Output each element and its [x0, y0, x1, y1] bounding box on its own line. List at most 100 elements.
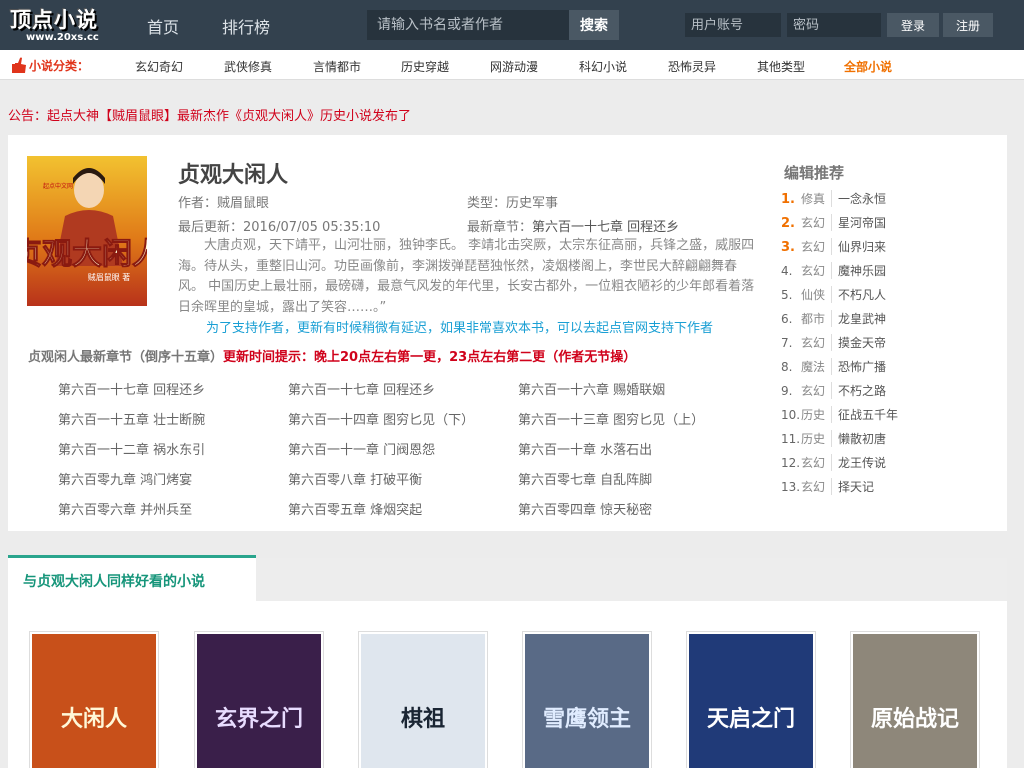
- pick-category: 仙侠: [801, 286, 833, 303]
- pick-item[interactable]: 9. 玄幻 不朽之路: [781, 382, 886, 406]
- pick-item[interactable]: 12.玄幻 龙王传说: [781, 454, 886, 478]
- pick-name[interactable]: 不朽之路: [838, 384, 886, 398]
- nav-ranking[interactable]: 排行榜: [222, 14, 270, 38]
- pick-category: 玄幻: [801, 382, 833, 399]
- pick-rank: 3.: [781, 240, 795, 255]
- pick-name[interactable]: 一念永恒: [838, 192, 886, 206]
- pick-name[interactable]: 仙界归来: [838, 240, 886, 254]
- chapter-link[interactable]: 第六百一十一章 门阀恩怨: [288, 439, 435, 458]
- category-all[interactable]: 全部小说: [844, 58, 892, 75]
- pick-item[interactable]: 2. 玄幻 星河帝国: [781, 214, 886, 238]
- search-button[interactable]: 搜索: [569, 10, 619, 40]
- similar-cover-text: 大闲人: [61, 706, 127, 732]
- pick-name[interactable]: 龙王传说: [838, 456, 886, 470]
- similar-book-cover[interactable]: 棋祖: [358, 631, 488, 768]
- cover-author: 贼眉鼠眼 著: [88, 272, 131, 282]
- pick-rank: 12.: [781, 456, 801, 470]
- pick-item[interactable]: 7. 玄幻 摸金天帝: [781, 334, 886, 358]
- category-kehuan[interactable]: 科幻小说: [579, 58, 627, 75]
- pick-item[interactable]: 8. 魔法 恐怖广播: [781, 358, 886, 382]
- category-label: 小说分类：: [29, 59, 90, 73]
- chapter-link[interactable]: 第六百一十五章 壮士断腕: [58, 409, 205, 428]
- latest-chapter-link[interactable]: 第六百一十七章 回程还乡: [532, 220, 679, 235]
- chapter-link[interactable]: 第六百一十章 水落石出: [518, 439, 652, 458]
- chapter-link[interactable]: 第六百一十三章 图穷匕见（上）: [518, 409, 704, 428]
- similar-novels-panel: 大闲人 玄界之门 棋祖 雪鹰领主 天启之门 原始战记: [8, 601, 1007, 768]
- pick-rank: 10.: [781, 408, 801, 422]
- category-kongbu[interactable]: 恐怖灵异: [668, 58, 716, 75]
- pick-category: 修真: [801, 190, 833, 207]
- pick-item[interactable]: 3. 玄幻 仙界归来: [781, 238, 886, 262]
- pick-rank: 7.: [781, 336, 793, 350]
- chapter-link[interactable]: 第六百零七章 自乱阵脚: [518, 469, 652, 488]
- similar-book-cover[interactable]: 大闲人: [29, 631, 159, 768]
- chapter-link[interactable]: 第六百零五章 烽烟突起: [288, 499, 422, 518]
- chapters-heading: 贞观闲人最新章节（倒序十五章）更新时间提示：晚上20点左右第一更，23点左右第二…: [28, 346, 636, 365]
- pick-category: 历史: [801, 430, 833, 447]
- pick-item[interactable]: 13.玄幻 择天记: [781, 478, 874, 502]
- chapter-link[interactable]: 第六百一十七章 回程还乡: [58, 379, 205, 398]
- pick-name[interactable]: 摸金天帝: [838, 336, 886, 350]
- pick-name[interactable]: 懒散初唐: [838, 432, 886, 446]
- cover-publisher: 起点中文网: [43, 182, 73, 190]
- similar-novels-header-bar: [256, 558, 1007, 601]
- chapter-link[interactable]: 第六百一十七章 回程还乡: [288, 379, 435, 398]
- site-logo[interactable]: 顶点小说 www.20xs.cc: [8, 4, 118, 46]
- pick-name[interactable]: 不朽凡人: [838, 288, 886, 302]
- chapter-link[interactable]: 第六百一十二章 祸水东引: [58, 439, 205, 458]
- similar-novels-title: 与贞观大闲人同样好看的小说: [23, 574, 205, 590]
- chapter-link[interactable]: 第六百零六章 并州兵至: [58, 499, 192, 518]
- pick-name[interactable]: 星河帝国: [838, 216, 886, 230]
- pick-rank: 9.: [781, 384, 793, 398]
- pick-name[interactable]: 恐怖广播: [838, 360, 886, 374]
- pick-rank: 4.: [781, 264, 793, 278]
- nav-home[interactable]: 首页: [147, 14, 179, 38]
- pick-category: 玄幻: [801, 334, 833, 351]
- chapter-link[interactable]: 第六百零八章 打破平衡: [288, 469, 422, 488]
- login-button[interactable]: 登录: [887, 13, 939, 37]
- book-last-updated: 最后更新：2016/07/05 05:35:10: [178, 220, 381, 235]
- similar-novels-tab[interactable]: 与贞观大闲人同样好看的小说: [8, 555, 256, 601]
- pick-name[interactable]: 魔神乐园: [838, 264, 886, 278]
- category-wuxia[interactable]: 武侠修真: [224, 58, 272, 75]
- category-wangyou[interactable]: 网游动漫: [490, 58, 538, 75]
- book-cover[interactable]: 贞观大闲人 贼眉鼠眼 著 起点中文网: [27, 156, 147, 306]
- similar-book-cover[interactable]: 雪鹰领主: [522, 631, 652, 768]
- category-lishi[interactable]: 历史穿越: [401, 58, 449, 75]
- pick-name[interactable]: 龙皇武神: [838, 312, 886, 326]
- chapter-link[interactable]: 第六百一十六章 赐婚联姻: [518, 379, 665, 398]
- chapter-link[interactable]: 第六百零四章 惊天秘密: [518, 499, 652, 518]
- pick-rank: 1.: [781, 192, 795, 207]
- chapter-link[interactable]: 第六百一十四章 图穷匕见（下）: [288, 409, 474, 428]
- pick-category: 玄幻: [801, 214, 833, 231]
- pick-name[interactable]: 择天记: [838, 480, 874, 494]
- similar-book-cover[interactable]: 原始战记: [850, 631, 980, 768]
- pick-category: 都市: [801, 310, 833, 327]
- pick-item[interactable]: 10.历史 征战五千年: [781, 406, 898, 430]
- book-title: 贞观大闲人: [178, 163, 289, 188]
- book-latest-chapter: 最新章节：第六百一十七章 回程还乡: [467, 216, 679, 235]
- pick-item[interactable]: 1. 修真 一念永恒: [781, 190, 886, 214]
- chapter-link[interactable]: 第六百零九章 鸿门烤宴: [58, 469, 192, 488]
- category-qita[interactable]: 其他类型: [757, 58, 805, 75]
- similar-cover-text: 原始战记: [871, 706, 959, 732]
- pick-name[interactable]: 征战五千年: [838, 408, 898, 422]
- pick-rank: 8.: [781, 360, 793, 374]
- register-button[interactable]: 注册: [943, 13, 993, 37]
- pick-item[interactable]: 11.历史 懒散初唐: [781, 430, 886, 454]
- pick-item[interactable]: 6. 都市 龙皇武神: [781, 310, 886, 334]
- pick-item[interactable]: 5. 仙侠 不朽凡人: [781, 286, 886, 310]
- password-field[interactable]: [787, 13, 881, 37]
- pick-item[interactable]: 4. 玄幻 魔神乐园: [781, 262, 886, 286]
- similar-book-cover[interactable]: 天启之门: [686, 631, 816, 768]
- pick-category: 魔法: [801, 358, 833, 375]
- similar-book-cover[interactable]: 玄界之门: [194, 631, 324, 768]
- category-yanqing[interactable]: 言情都市: [313, 58, 361, 75]
- category-xuanhuan[interactable]: 玄幻奇幻: [135, 58, 183, 75]
- announcement[interactable]: 公告：起点大神【贼眉鼠眼】最新杰作《贞观大闲人》历史小说发布了: [8, 105, 411, 124]
- logo-text: 顶点小说: [10, 8, 98, 32]
- pick-category: 历史: [801, 406, 833, 423]
- username-field[interactable]: [685, 13, 781, 37]
- search-input[interactable]: [367, 10, 569, 40]
- book-author[interactable]: 作者：贼眉鼠眼: [178, 192, 269, 211]
